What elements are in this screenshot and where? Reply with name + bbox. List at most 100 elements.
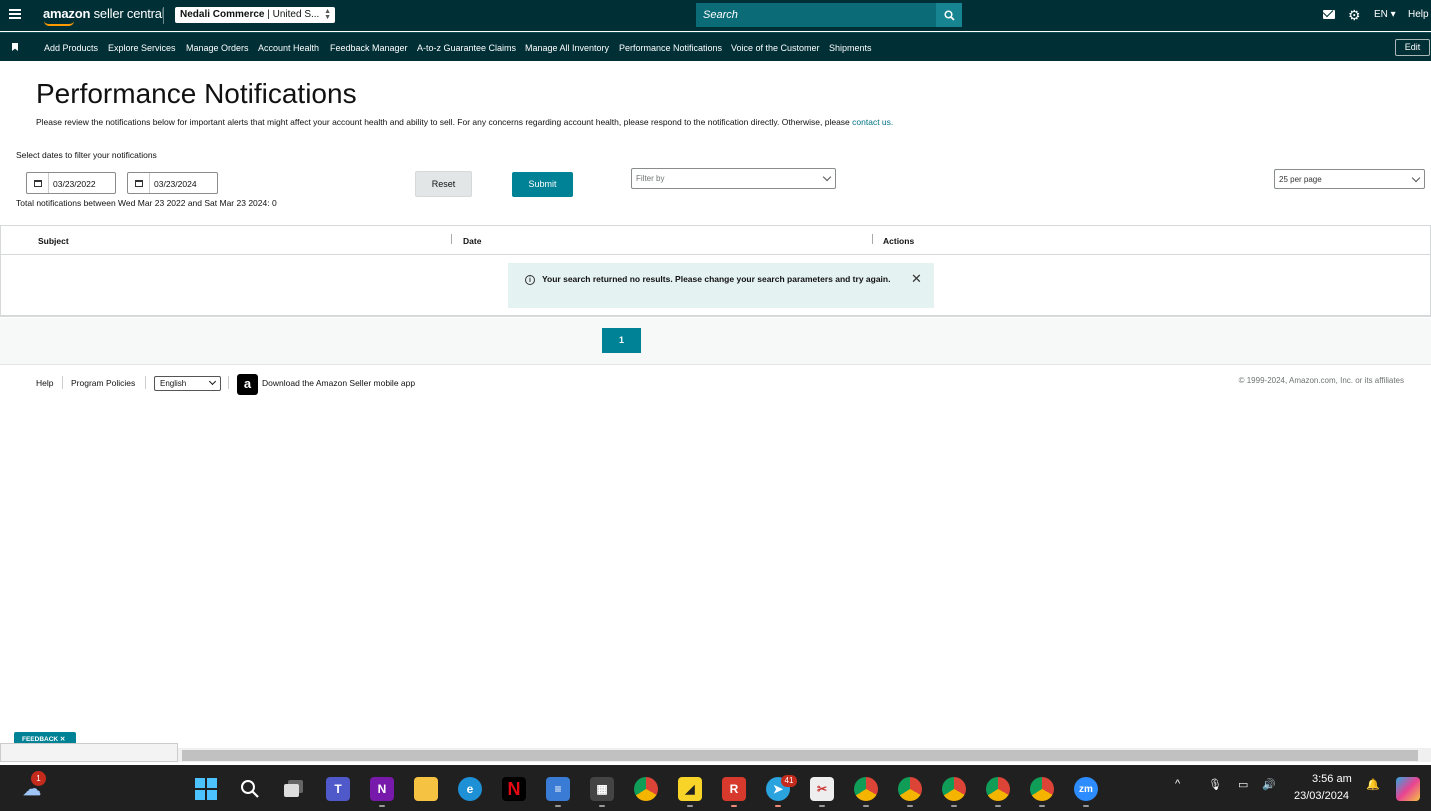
taskbar-indicator — [863, 805, 869, 807]
per-page-dropdown[interactable]: 25 per page — [1274, 169, 1425, 189]
nav-feedback-manager[interactable]: Feedback Manager — [330, 43, 408, 53]
bookmark-icon[interactable] — [12, 43, 18, 51]
nav-performance-notifications[interactable]: Performance Notifications — [619, 43, 722, 53]
scroll-corner — [0, 743, 178, 762]
date-to-input[interactable]: 03/23/2024 — [127, 172, 218, 194]
date-from-input[interactable]: 03/23/2022 — [26, 172, 116, 194]
nav-add-products[interactable]: Add Products — [44, 43, 98, 53]
total-notifications-label: Total notifications between Wed Mar 23 2… — [16, 198, 277, 208]
clock-date[interactable]: 23/03/2024 — [1294, 790, 1349, 802]
filter-by-dropdown[interactable]: Filter by — [631, 168, 836, 189]
taskbar-indicator — [379, 805, 385, 807]
info-icon: i — [525, 275, 535, 285]
microphone-icon[interactable]: 🎙 — [1208, 778, 1222, 791]
gear-icon[interactable]: ⚙ — [1348, 7, 1361, 23]
contact-us-link[interactable]: contact us. — [852, 117, 893, 127]
footer-divider — [145, 376, 146, 389]
logo-divider — [163, 7, 164, 24]
navigation-bar: Add Products Explore Services Manage Ord… — [0, 32, 1431, 61]
taskbar-indicator — [775, 805, 781, 807]
zoom-icon[interactable]: zm — [1074, 777, 1098, 801]
amazon-app-icon[interactable]: a — [237, 374, 258, 395]
windows-taskbar: ☁ 1 T N e N ≡ ▦ ◢ R ➤ 41 ✂ zm ^ 🎙 ▭ 🔊 🔔 — [0, 765, 1431, 811]
taskbar-indicator — [995, 805, 1001, 807]
footer-language-select[interactable]: English — [154, 376, 221, 391]
windows-start-icon[interactable] — [194, 777, 218, 801]
amazon-seller-central-logo[interactable]: amazon seller central — [43, 6, 165, 21]
close-icon[interactable]: ✕ — [911, 271, 922, 287]
copilot-icon[interactable] — [1396, 777, 1420, 801]
nav-account-health[interactable]: Account Health — [258, 43, 319, 53]
chrome-icon[interactable] — [634, 777, 658, 801]
calculator-icon[interactable]: ▦ — [590, 777, 614, 801]
footer-divider — [228, 376, 229, 389]
chrome-profile-icon[interactable] — [898, 777, 922, 801]
snipping-tool-icon[interactable]: ✂ — [810, 777, 834, 801]
chrome-profile-icon[interactable] — [986, 777, 1010, 801]
notifications-table: Subject Date Actions i Your search retur… — [0, 225, 1431, 317]
chrome-profile-icon[interactable] — [942, 777, 966, 801]
account-switcher[interactable]: Nedali Commerce | United S... ▲ ▼ — [175, 7, 335, 23]
table-header: Subject Date Actions — [1, 226, 1430, 255]
hamburger-menu-icon[interactable] — [9, 9, 21, 20]
footer-help-link[interactable]: Help — [36, 378, 53, 388]
column-date[interactable]: Date — [463, 236, 481, 246]
taskbar-indicator — [687, 805, 693, 807]
column-divider — [872, 234, 873, 244]
language-selector[interactable]: EN ▾ — [1374, 9, 1396, 20]
submit-button[interactable]: Submit — [512, 172, 573, 197]
notification-icon[interactable]: 🔔 — [1366, 778, 1380, 791]
taskbar-indicator — [599, 805, 605, 807]
no-results-alert: i Your search returned no results. Pleas… — [508, 263, 934, 308]
help-link[interactable]: Help — [1408, 9, 1429, 20]
file-explorer-icon[interactable] — [414, 777, 438, 801]
taskbar-indicator — [907, 805, 913, 807]
taskbar-indicator — [731, 805, 737, 807]
search-icon — [943, 9, 955, 21]
footer-program-policies-link[interactable]: Program Policies — [71, 378, 135, 388]
nav-a-to-z-claims[interactable]: A-to-z Guarantee Claims — [417, 43, 516, 53]
top-bar: amazon seller central Nedali Commerce | … — [0, 0, 1431, 31]
notepad-icon[interactable]: ≡ — [546, 777, 570, 801]
search-button[interactable] — [936, 3, 962, 27]
edge-icon[interactable]: e — [458, 777, 482, 801]
weather-badge: 1 — [31, 771, 46, 786]
edit-nav-button[interactable]: Edit — [1395, 39, 1430, 56]
teams-icon[interactable]: T — [326, 777, 350, 801]
netflix-icon[interactable]: N — [502, 777, 526, 801]
nav-manage-orders[interactable]: Manage Orders — [186, 43, 249, 53]
chrome-profile-icon[interactable] — [1030, 777, 1054, 801]
clock-time[interactable]: 3:56 am — [1312, 773, 1352, 785]
search-input[interactable]: Search — [696, 3, 936, 27]
page-description: Please review the notifications below fo… — [36, 117, 894, 127]
amazon-smile-icon — [44, 21, 74, 26]
nav-explore-services[interactable]: Explore Services — [108, 43, 176, 53]
scrollbar-thumb[interactable] — [182, 750, 1418, 761]
page-button-current[interactable]: 1 — [602, 328, 641, 353]
sticky-notes-icon[interactable]: ◢ — [678, 777, 702, 801]
reset-button[interactable]: Reset — [415, 171, 472, 197]
chrome-profile-icon[interactable] — [854, 777, 878, 801]
nav-shipments[interactable]: Shipments — [829, 43, 872, 53]
calendar-icon[interactable] — [27, 173, 49, 193]
page-title: Performance Notifications — [36, 78, 357, 109]
nav-voice-of-customer[interactable]: Voice of the Customer — [731, 43, 820, 53]
calendar-icon[interactable] — [128, 173, 150, 193]
r-app-icon[interactable]: R — [722, 777, 746, 801]
onenote-icon[interactable]: N — [370, 777, 394, 801]
nav-manage-all-inventory[interactable]: Manage All Inventory — [525, 43, 609, 53]
download-app-link[interactable]: Download the Amazon Seller mobile app — [262, 378, 415, 388]
chevron-up-icon[interactable]: ^ — [1175, 778, 1180, 790]
mail-icon[interactable] — [1323, 10, 1335, 19]
search-icon[interactable] — [238, 777, 262, 801]
network-icon[interactable]: ▭ — [1238, 778, 1248, 791]
volume-icon[interactable]: 🔊 — [1262, 778, 1276, 791]
date-filter-label: Select dates to filter your notification… — [16, 150, 157, 160]
taskbar-indicator — [819, 805, 825, 807]
footer-divider — [62, 376, 63, 389]
copyright-text: © 1999-2024, Amazon.com, Inc. or its aff… — [1238, 376, 1404, 385]
taskbar-indicator — [1039, 805, 1045, 807]
column-subject[interactable]: Subject — [38, 236, 69, 246]
taskbar-indicator — [951, 805, 957, 807]
task-view-icon[interactable] — [282, 777, 306, 801]
